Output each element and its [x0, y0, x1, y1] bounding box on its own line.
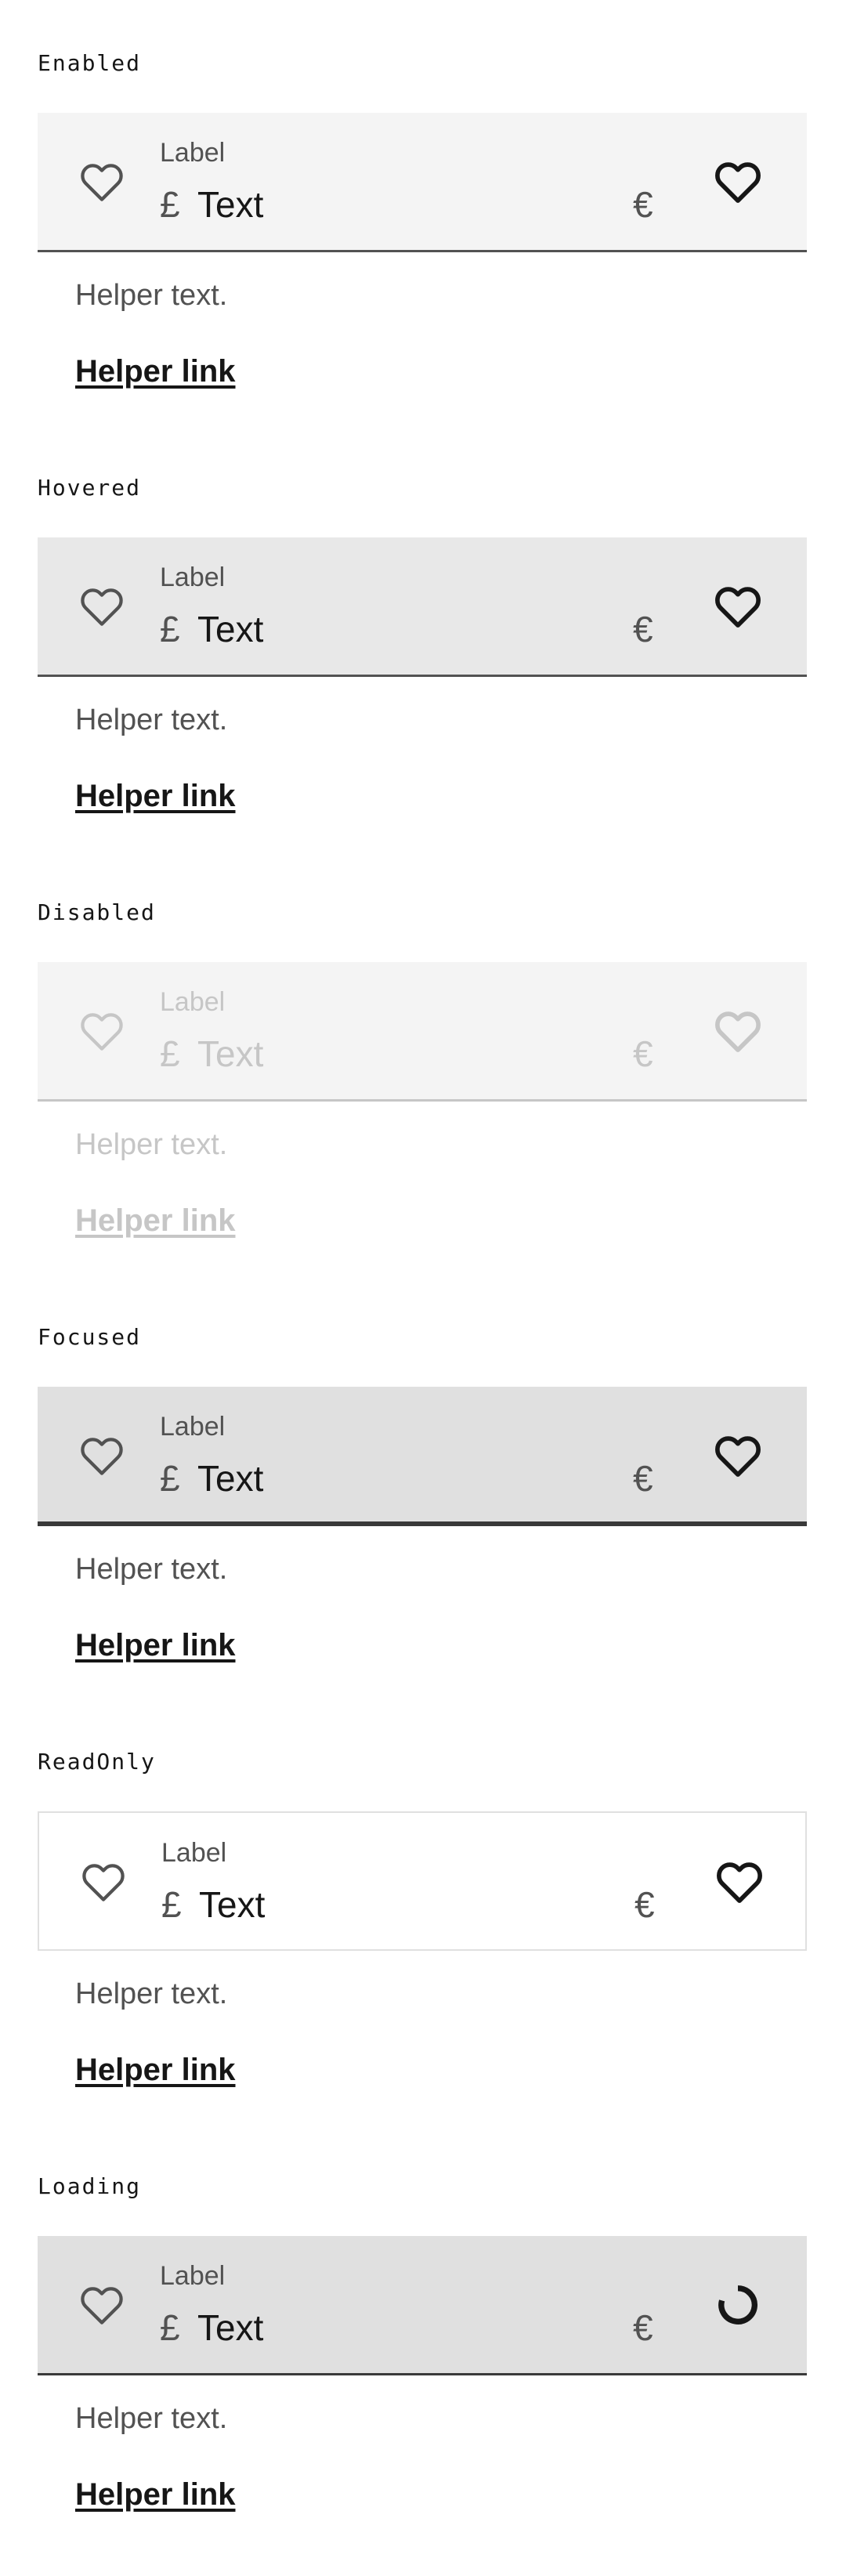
- helper-text: Helper text.: [75, 1553, 228, 1586]
- helper-text: Helper text.: [75, 2402, 228, 2435]
- field-prefix: £: [160, 609, 180, 649]
- heart-outline-icon[interactable]: [711, 155, 765, 208]
- heart-outline-icon[interactable]: [713, 1855, 766, 1908]
- helper-text: Helper text.: [75, 1977, 228, 2010]
- helper-link[interactable]: Helper link: [75, 779, 236, 814]
- heart-outline-icon: [82, 1864, 125, 1901]
- field-input-value[interactable]: Text: [197, 608, 263, 650]
- text-field-enabled[interactable]: Label £ Text €: [38, 113, 807, 252]
- field-prefix: £: [160, 1033, 180, 1074]
- field-suffix: €: [633, 1458, 653, 1499]
- field-label: Label: [160, 563, 226, 592]
- heart-outline-icon: [81, 2287, 123, 2325]
- state-title-disabled: Disabled: [38, 899, 156, 925]
- field-label: Label: [160, 138, 226, 168]
- field-input-value: Text: [199, 1884, 266, 1925]
- field-prefix: £: [160, 1458, 180, 1499]
- field-input-value: Text: [197, 1033, 264, 1074]
- state-title-readonly: ReadOnly: [38, 1749, 156, 1775]
- text-field-focused[interactable]: Label £ Text €: [38, 1387, 807, 1526]
- text-field-loading[interactable]: Label £ Text €: [38, 2236, 807, 2375]
- field-prefix: £: [160, 184, 180, 225]
- text-field-readonly: Label £ Text €: [38, 1811, 807, 1951]
- field-prefix: £: [160, 2307, 180, 2348]
- field-input-value[interactable]: Text: [197, 183, 263, 226]
- helper-link[interactable]: Helper link: [75, 2053, 236, 2088]
- field-label: Label: [160, 2261, 226, 2291]
- field-label: Label: [160, 1412, 226, 1442]
- field-suffix: €: [633, 2307, 653, 2348]
- field-label: Label: [160, 987, 226, 1017]
- heart-outline-icon: [81, 588, 123, 626]
- helper-text: Helper text.: [75, 1128, 228, 1161]
- helper-link[interactable]: Helper link: [75, 2477, 236, 2513]
- field-label: Label: [161, 1838, 227, 1868]
- heart-outline-icon: [81, 164, 123, 201]
- field-input-value[interactable]: Text: [197, 2306, 263, 2349]
- state-title-enabled: Enabled: [38, 50, 142, 76]
- heart-outline-icon[interactable]: [711, 580, 765, 633]
- state-title-focused: Focused: [38, 1324, 142, 1350]
- heart-outline-icon: [81, 1438, 123, 1475]
- helper-text: Helper text.: [75, 279, 228, 312]
- field-suffix: €: [633, 1033, 653, 1074]
- heart-outline-icon: [715, 1011, 761, 1052]
- state-title-loading: Loading: [38, 2173, 142, 2199]
- helper-text: Helper text.: [75, 704, 228, 736]
- field-suffix: €: [633, 184, 653, 225]
- text-field-hovered[interactable]: Label £ Text €: [38, 537, 807, 677]
- field-input-value[interactable]: Text: [197, 1457, 263, 1500]
- field-suffix: €: [634, 1884, 655, 1925]
- text-field-disabled: Label £ Text €: [38, 962, 807, 1102]
- helper-link: Helper link: [75, 1203, 236, 1238]
- field-suffix: €: [633, 609, 653, 649]
- helper-link[interactable]: Helper link: [75, 1628, 236, 1663]
- helper-link[interactable]: Helper link: [75, 354, 236, 389]
- field-prefix: £: [161, 1884, 182, 1925]
- heart-outline-icon[interactable]: [711, 1429, 765, 1482]
- spinner-icon: [718, 2285, 757, 2325]
- state-title-hovered: Hovered: [38, 475, 142, 501]
- heart-outline-icon: [81, 1013, 123, 1051]
